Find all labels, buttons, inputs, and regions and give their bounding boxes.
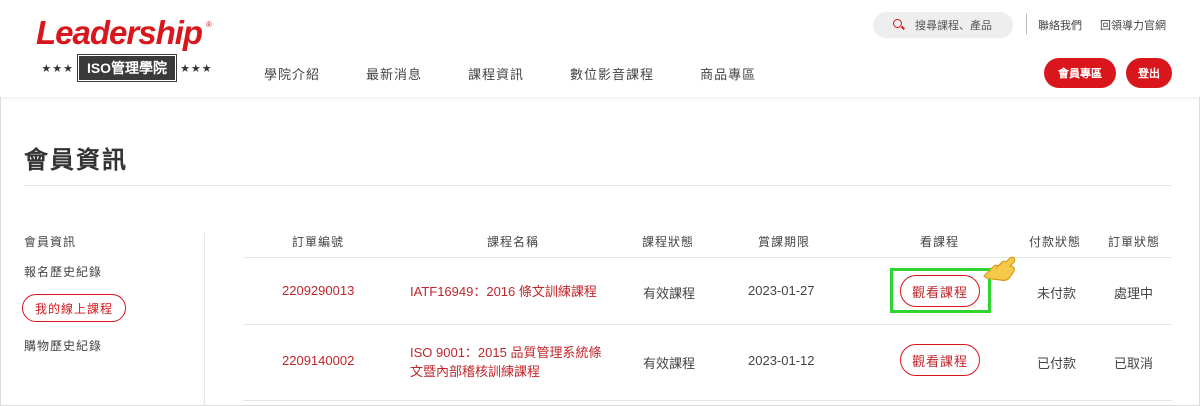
order-status: 已取消 [1114, 356, 1154, 371]
sidebar-divider [204, 233, 205, 406]
order-number[interactable]: 2209140002 [282, 353, 354, 368]
payment-status: 已付款 [1037, 356, 1077, 371]
logo-stars-left: ★★★ [41, 62, 74, 75]
search-placeholder: 搜尋課程、產品 [915, 20, 992, 32]
sidebar-item-my-online-courses[interactable]: 我的線上課程 [22, 294, 126, 322]
logo-registered-mark: ® [206, 20, 212, 29]
col-header-watch: 看課程 [920, 235, 960, 249]
table-header-divider [243, 257, 1172, 258]
highlight-box [890, 268, 991, 313]
course-deadline: 2023-01-27 [748, 283, 815, 298]
logout-button[interactable]: 登出 [1126, 58, 1172, 88]
col-header-course-name: 課程名稱 [487, 235, 540, 249]
top-links-divider [1026, 14, 1027, 34]
main-nav: 學院介紹 最新消息 課程資訊 數位影音課程 商品專區 [264, 64, 802, 83]
nav-item-products[interactable]: 商品專區 [700, 64, 756, 83]
nav-item-courses[interactable]: 課程資訊 [468, 64, 524, 83]
order-number[interactable]: 2209290013 [282, 283, 354, 298]
col-header-deadline: 賞課期限 [758, 235, 811, 249]
table-row-divider [243, 324, 1172, 325]
back-to-main-site-link[interactable]: 回領導力官網 [1100, 17, 1166, 33]
logo-wordmark: Leadership [36, 14, 203, 51]
logo-stars-right: ★★★ [180, 62, 213, 75]
nav-item-video-courses[interactable]: 數位影音課程 [570, 64, 654, 83]
leadership-logo[interactable]: Leadership ® ★★★ ISO管理學院 ★★★ [32, 14, 222, 82]
table-bottom-divider [243, 400, 1172, 401]
course-status: 有效課程 [643, 356, 696, 371]
logo-badge: ISO管理學院 [76, 54, 178, 82]
nav-item-about[interactable]: 學院介紹 [264, 64, 320, 83]
order-status: 處理中 [1114, 286, 1154, 301]
title-divider [24, 185, 1172, 186]
course-name[interactable]: IATF16949：2016 條文訓練課程 [410, 282, 597, 301]
sidebar-item-member-info[interactable]: 會員資訊 [24, 233, 76, 250]
course-name-line-1[interactable]: ISO 9001：2015 品質管理系統條 [410, 343, 601, 362]
col-header-order-no: 訂單編號 [292, 235, 345, 249]
course-name-line-2[interactable]: 文暨內部稽核訓練課程 [410, 362, 540, 381]
watch-course-button[interactable]: 觀看課程 [900, 344, 980, 376]
member-area-button[interactable]: 會員專區 [1044, 58, 1116, 88]
site-header: Leadership ® ★★★ ISO管理學院 ★★★ 學院介紹 最新消息 課… [0, 0, 1200, 97]
col-header-order-status: 訂單狀態 [1108, 235, 1161, 249]
search-icon [893, 19, 902, 28]
search-input[interactable]: 搜尋課程、產品 [873, 12, 1013, 38]
course-deadline: 2023-01-12 [748, 353, 815, 368]
payment-status: 未付款 [1037, 286, 1077, 301]
sidebar-item-registration-history[interactable]: 報名歷史紀錄 [24, 263, 102, 280]
col-header-payment-status: 付款狀態 [1029, 235, 1082, 249]
course-status: 有效課程 [643, 286, 696, 301]
logo-subtitle: ★★★ ISO管理學院 ★★★ [32, 54, 222, 82]
nav-item-news[interactable]: 最新消息 [366, 64, 422, 83]
page-title: 會員資訊 [24, 147, 128, 174]
col-header-course-status: 課程狀態 [642, 235, 695, 249]
sidebar-item-purchase-history[interactable]: 購物歷史紀錄 [24, 337, 102, 354]
contact-link[interactable]: 聯絡我們 [1038, 17, 1082, 33]
pointing-hand-icon [983, 256, 1016, 281]
